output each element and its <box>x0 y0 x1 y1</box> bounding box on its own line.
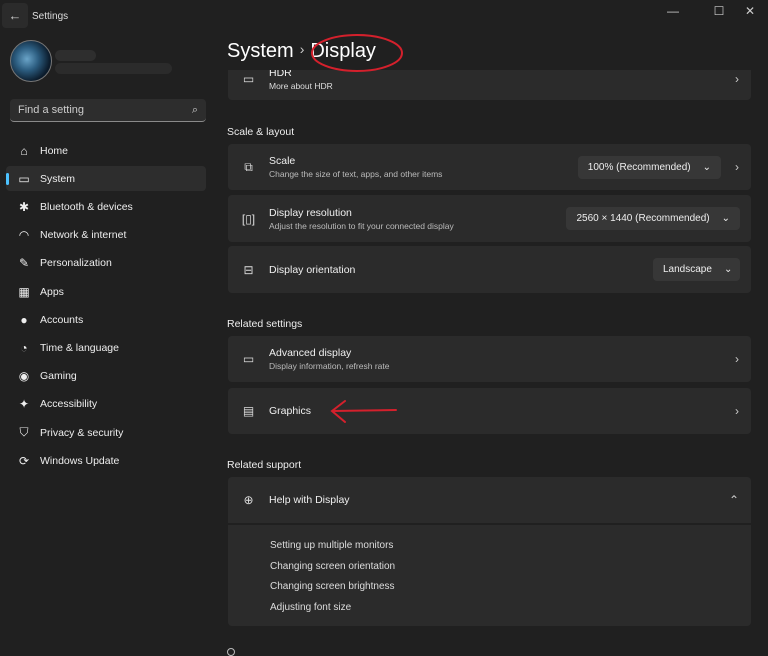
annotation-layer <box>0 0 768 654</box>
annotation-arrow <box>332 401 396 422</box>
annotation-circle <box>312 35 402 71</box>
